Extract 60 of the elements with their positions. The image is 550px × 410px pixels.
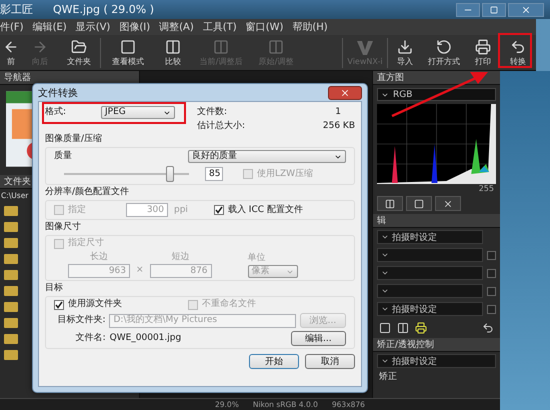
times-sign: × bbox=[136, 265, 144, 277]
toolbar-button[interactable]: 导入 bbox=[388, 36, 422, 70]
field-label: 长边 bbox=[90, 252, 108, 263]
menu-item[interactable]: 工具(T) bbox=[202, 20, 237, 34]
section-title: 分辨率/颜色配置文件 bbox=[45, 187, 130, 198]
menu-item[interactable]: 显示(V) bbox=[76, 20, 110, 34]
section-title: 图像质量/压缩 bbox=[45, 134, 104, 145]
checkbox-label: 使用LZW压缩 bbox=[257, 168, 314, 180]
menu-item[interactable]: 窗口(W) bbox=[246, 20, 284, 34]
checkbox-label: 使用源文件夹 bbox=[68, 299, 122, 310]
panel-title: 辑 bbox=[377, 214, 386, 227]
toolbar-button[interactable]: 文件夹 bbox=[58, 36, 100, 70]
app-title: 影工匠 bbox=[0, 2, 33, 17]
checkbox-label: 不重命名文件 bbox=[202, 299, 256, 310]
checkbox-label: 指定 bbox=[68, 204, 86, 216]
toolbar-button[interactable]: 查看模式 bbox=[101, 36, 155, 70]
panel-title: 矫正/透视控制 bbox=[377, 338, 434, 351]
size-value: 256 KB bbox=[322, 121, 355, 132]
checkbox-label: 指定尺寸 bbox=[68, 238, 104, 249]
section-title: 目标 bbox=[45, 283, 64, 294]
menu-item[interactable]: 调整(A) bbox=[159, 20, 194, 34]
axis-label: 255 bbox=[478, 184, 495, 193]
toolbar-button[interactable]: 转换 bbox=[500, 36, 536, 70]
start-button[interactable]: 开始 bbox=[249, 354, 299, 369]
file-count: 1 bbox=[335, 107, 341, 118]
field-label: 质量 bbox=[54, 151, 72, 162]
toolbar-button[interactable]: 前 bbox=[0, 36, 22, 70]
field-label: 目标文件夹: bbox=[56, 315, 106, 326]
cancel-button[interactable]: 取消 bbox=[305, 354, 355, 369]
menu-item[interactable]: 编辑(E) bbox=[32, 20, 67, 34]
quality-field[interactable]: 85 bbox=[205, 167, 223, 181]
toolbar-button[interactable]: 打开方式 bbox=[422, 36, 466, 70]
panel-title: 文件夹 bbox=[4, 176, 31, 188]
quality-dropdown[interactable]: 良好的质量 bbox=[188, 150, 346, 163]
preset-dropdown[interactable]: 拍摄时设定 bbox=[377, 302, 483, 316]
section-title: 图像尺寸 bbox=[45, 222, 82, 233]
edit-button[interactable]: 编辑... bbox=[290, 331, 346, 346]
menu-item[interactable]: 图像(I) bbox=[119, 20, 150, 34]
document-title: QWE.jpg ( 29.0% ) bbox=[53, 3, 154, 16]
panel-title: 直方图 bbox=[377, 72, 404, 84]
menu-item[interactable]: 帮助(H) bbox=[292, 20, 328, 34]
field-label: 短边 bbox=[172, 252, 190, 263]
unit-label: ppi bbox=[174, 204, 188, 216]
dialog-title: 文件转换 bbox=[38, 86, 78, 100]
preset-dropdown[interactable]: 拍摄时设定 bbox=[377, 354, 496, 368]
field-label: 格式: bbox=[45, 107, 68, 118]
field-label: 单位 bbox=[248, 253, 266, 264]
toolbar-button[interactable]: 比较 bbox=[155, 36, 191, 70]
channel-dropdown[interactable]: RGB bbox=[377, 88, 496, 101]
field-label: 文件数: bbox=[197, 107, 228, 118]
menu-item[interactable]: 件(F) bbox=[0, 20, 24, 34]
section-label: 矫正 bbox=[378, 370, 398, 383]
panel-title: 导航器 bbox=[4, 72, 31, 84]
checkbox-label: 载入 ICC 配置文件 bbox=[228, 204, 303, 216]
toolbar-button[interactable]: 打印 bbox=[466, 36, 500, 70]
format-dropdown[interactable]: JPEG bbox=[101, 106, 175, 119]
field-label: 估计总大小: bbox=[197, 121, 246, 132]
filename-text: QWE_00001.jpg bbox=[110, 333, 182, 344]
field-label: 文件名: bbox=[74, 333, 106, 344]
preset-dropdown[interactable]: 拍摄时设定 bbox=[377, 230, 483, 244]
